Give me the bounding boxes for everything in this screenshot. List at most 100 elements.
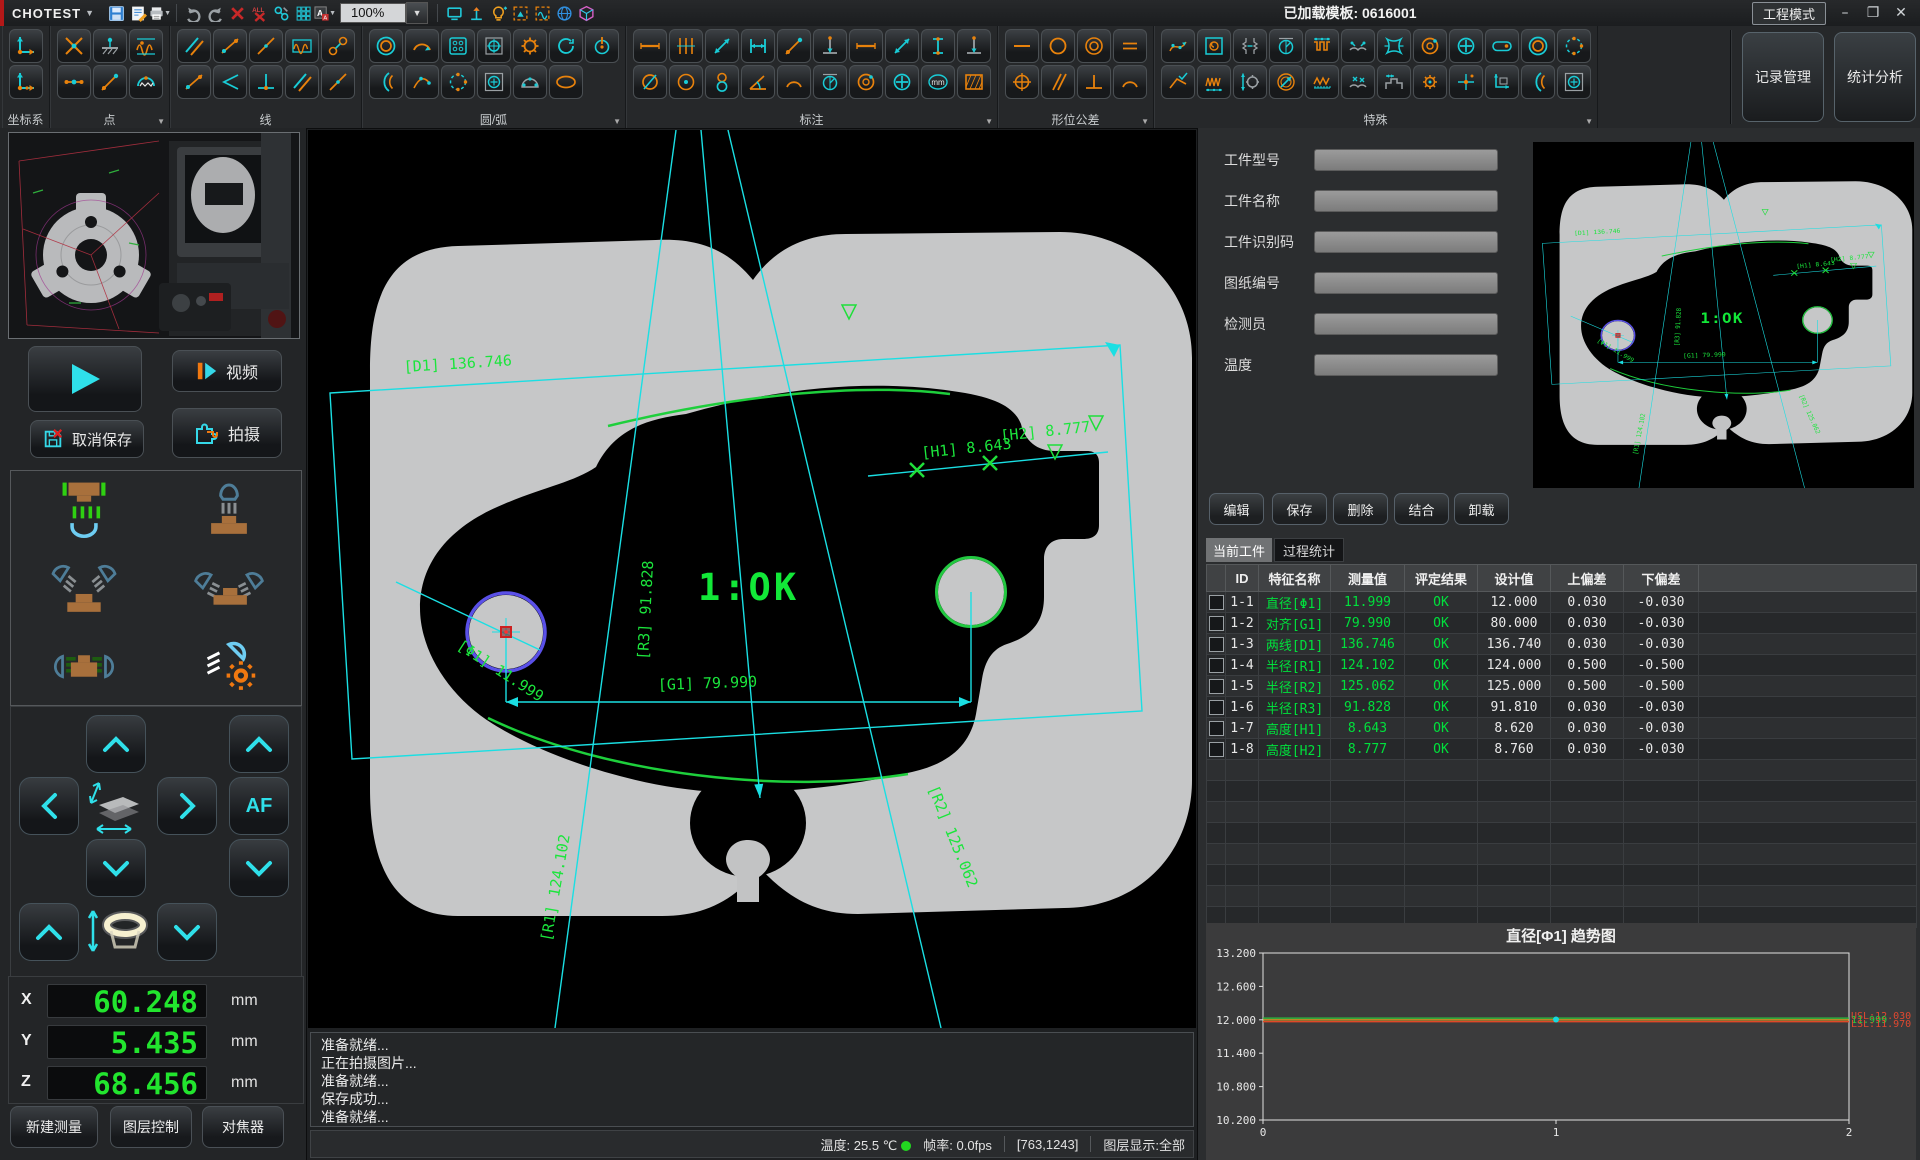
ribbon-icon-sp-spring[interactable] bbox=[1197, 65, 1231, 99]
focuser-button[interactable]: 对焦器 bbox=[202, 1106, 284, 1148]
light-mode-backlight-on-icon[interactable] bbox=[36, 478, 132, 542]
action-button-3[interactable]: 删除 bbox=[1333, 493, 1388, 525]
ribbon-icon-line-tangent-circles[interactable] bbox=[321, 29, 355, 63]
action-button-5[interactable]: 卸载 bbox=[1454, 493, 1509, 525]
ribbon-icon-ellipse-tool[interactable] bbox=[549, 65, 583, 99]
ribbon-icon-circle-box-plus[interactable] bbox=[477, 65, 511, 99]
ribbon-icon-sp-circle-diag[interactable] bbox=[1269, 65, 1303, 99]
stage-right-button[interactable] bbox=[157, 777, 217, 835]
table-row-1-8[interactable]: 1-8高度[H2]8.777OK8.7600.030-0.030 bbox=[1207, 739, 1917, 760]
engineering-mode-button[interactable]: 工程模式 bbox=[1752, 2, 1826, 25]
ribbon-icon-sp-ring[interactable] bbox=[1521, 29, 1555, 63]
ribbon-icon-dim-run[interactable] bbox=[777, 29, 811, 63]
ribbon-icon-coord-system-part[interactable] bbox=[9, 65, 43, 99]
ribbon-icon-sp-corner[interactable] bbox=[1161, 65, 1195, 99]
statistics-analysis-button[interactable]: 统计分析 bbox=[1834, 32, 1916, 122]
ribbon-icon-line-parallel[interactable] bbox=[177, 29, 211, 63]
light-mode-side-mid-off-icon[interactable] bbox=[181, 556, 277, 620]
ribbon-icon-sp-spring-box[interactable] bbox=[1197, 29, 1231, 63]
ribbon-icon-sp-donut[interactable] bbox=[1413, 29, 1447, 63]
action-button-1[interactable]: 编辑 bbox=[1209, 493, 1264, 525]
capture-button[interactable]: 拍摄 bbox=[172, 408, 282, 458]
ribbon-icon-dim-vertical-lines[interactable] bbox=[669, 29, 703, 63]
records-management-button[interactable]: 记录管理 bbox=[1742, 32, 1824, 122]
table-row-1-5[interactable]: 1-5半径[R2]125.062OK125.0000.500-0.500 bbox=[1207, 676, 1917, 697]
ribbon-icon-sp-dash-circle[interactable] bbox=[1557, 29, 1591, 63]
ribbon-icon-point-on-edge[interactable] bbox=[93, 29, 127, 63]
action-button-2[interactable]: 保存 bbox=[1272, 493, 1327, 525]
ribbon-icon-sp-step[interactable] bbox=[1377, 65, 1411, 99]
ribbon-icon-dim-horizontal[interactable] bbox=[633, 29, 667, 63]
app-menu[interactable]: CHOTEST ▼ bbox=[4, 6, 105, 21]
table-row-1-6[interactable]: 1-6半径[R3]91.828OK91.8100.030-0.030 bbox=[1207, 697, 1917, 718]
form-input-3[interactable] bbox=[1314, 231, 1498, 253]
cancel-save-button[interactable]: 取消保存 bbox=[30, 420, 144, 458]
ribbon-icon-sp-box-plus[interactable] bbox=[1557, 65, 1591, 99]
ribbon-icon-gdt-parallelism[interactable] bbox=[1041, 65, 1075, 99]
undo-icon[interactable] bbox=[182, 2, 204, 24]
ribbon-icon-sp-cam-curve[interactable] bbox=[1341, 29, 1375, 63]
light-mode-light-settings-icon[interactable] bbox=[181, 634, 277, 698]
ribbon-icon-sp-cross-dot[interactable] bbox=[1449, 65, 1483, 99]
ribbon-icon-circle-in-box[interactable] bbox=[477, 29, 511, 63]
stage-left-button[interactable] bbox=[19, 777, 79, 835]
edit-template-icon[interactable] bbox=[127, 2, 149, 24]
ring-light-down-button[interactable] bbox=[157, 903, 217, 961]
ribbon-icon-coord-system-machine[interactable] bbox=[9, 29, 43, 63]
ribbon-icon-circle-pin[interactable] bbox=[585, 29, 619, 63]
form-input-4[interactable] bbox=[1314, 272, 1498, 294]
z-down-button[interactable] bbox=[229, 839, 289, 897]
ribbon-icon-point-intersection[interactable] bbox=[57, 29, 91, 63]
ribbon-icon-sp-circle-dim[interactable] bbox=[1269, 29, 1303, 63]
video-button[interactable]: 视频 bbox=[172, 350, 282, 392]
ribbon-icon-circle-rotate[interactable] bbox=[549, 29, 583, 63]
ribbon-icon-line-wave-scan[interactable] bbox=[285, 29, 319, 63]
ribbon-icon-sp-cam-cross[interactable] bbox=[1341, 65, 1375, 99]
group-dropdown-icon[interactable]: ▼ bbox=[1141, 115, 1149, 129]
save-icon[interactable] bbox=[105, 2, 127, 24]
ribbon-icon-sp-capsule[interactable] bbox=[1485, 29, 1519, 63]
form-input-1[interactable] bbox=[1314, 149, 1498, 171]
ribbon-icon-sp-rect-dim[interactable] bbox=[1485, 65, 1519, 99]
ribbon-icon-sp-target[interactable] bbox=[1449, 29, 1483, 63]
ribbon-icon-line-two-point[interactable] bbox=[177, 65, 211, 99]
ribbon-icon-gdt-concentricity[interactable] bbox=[1077, 29, 1111, 63]
layer-control-button[interactable]: 图层控制 bbox=[110, 1106, 192, 1148]
ribbon-icon-sp-spline[interactable] bbox=[1161, 29, 1195, 63]
ribbon-icon-dim-depth[interactable] bbox=[957, 29, 991, 63]
wave-select-icon[interactable] bbox=[531, 2, 553, 24]
ribbon-icon-arc-three-point[interactable] bbox=[405, 29, 439, 63]
table-row-1-3[interactable]: 1-3两线[D1]136.746OK136.7400.030-0.030 bbox=[1207, 634, 1917, 655]
ribbon-icon-dim-circle-line[interactable] bbox=[813, 65, 847, 99]
ribbon-icon-gdt-profile[interactable] bbox=[1113, 65, 1147, 99]
ribbon-icon-sp-arc[interactable] bbox=[1521, 65, 1555, 99]
ribbon-icon-circle-ring[interactable] bbox=[369, 29, 403, 63]
ribbon-icon-dim-position[interactable] bbox=[885, 65, 919, 99]
tab-process-statistics[interactable]: 过程统计 bbox=[1274, 538, 1344, 562]
ribbon-icon-sp-wave-teeth[interactable] bbox=[1305, 65, 1339, 99]
table-row-1-7[interactable]: 1-7高度[H1]8.643OK8.6200.030-0.030 bbox=[1207, 718, 1917, 739]
ribbon-icon-gdt-straightness[interactable] bbox=[1005, 29, 1039, 63]
table-row-1-4[interactable]: 1-4半径[R1]124.102OK124.0000.500-0.500 bbox=[1207, 655, 1917, 676]
ribbon-icon-gdt-roundness[interactable] bbox=[1041, 29, 1075, 63]
link-icon[interactable] bbox=[270, 2, 292, 24]
ring-light-up-button[interactable] bbox=[19, 903, 79, 961]
row-checkbox[interactable] bbox=[1209, 658, 1224, 673]
group-dropdown-icon[interactable]: ▼ bbox=[1585, 115, 1593, 129]
zoom-value[interactable]: 100% bbox=[340, 3, 406, 23]
ribbon-icon-line-diagonal[interactable] bbox=[321, 65, 355, 99]
ribbon-icon-dim-circle-dot[interactable] bbox=[669, 65, 703, 99]
row-checkbox[interactable] bbox=[1209, 700, 1224, 715]
ribbon-icon-circle-dashed[interactable] bbox=[441, 65, 475, 99]
ribbon-icon-point-vector[interactable] bbox=[93, 65, 127, 99]
row-checkbox[interactable] bbox=[1209, 679, 1224, 694]
light-mode-side-upper-off-icon[interactable] bbox=[36, 556, 132, 620]
ribbon-icon-dim-donut[interactable] bbox=[849, 65, 883, 99]
ribbon-icon-line-perpendicular[interactable] bbox=[249, 65, 283, 99]
tab-current-workpiece[interactable]: 当前工件 bbox=[1206, 538, 1272, 562]
ribbon-icon-dim-width[interactable] bbox=[741, 29, 775, 63]
table-row-1-1[interactable]: 1-1直径[Φ1]11.999OK12.0000.030-0.030 bbox=[1207, 592, 1917, 613]
globe-icon[interactable] bbox=[553, 2, 575, 24]
message-log[interactable]: 准备就绪...正在拍摄图片...准备就绪...保存成功...准备就绪... bbox=[310, 1032, 1194, 1127]
ribbon-icon-sp-gear[interactable] bbox=[1413, 65, 1447, 99]
